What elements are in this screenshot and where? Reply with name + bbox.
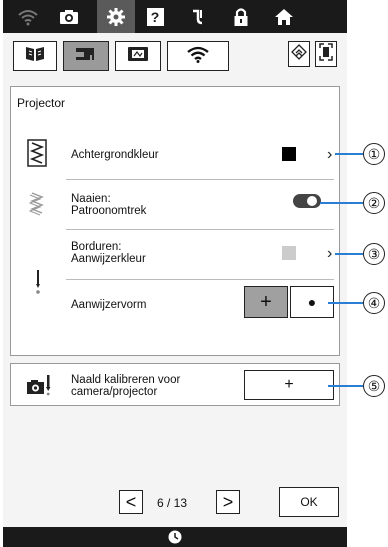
tab-general[interactable] xyxy=(13,41,57,71)
pattern-outline-toggle[interactable] xyxy=(293,194,321,208)
chevron-right-icon[interactable]: › xyxy=(327,146,332,164)
camera-needle-icon xyxy=(26,374,52,401)
dot-icon: ● xyxy=(307,294,317,310)
ok-button[interactable]: OK xyxy=(279,487,339,517)
callout-5: ⑤ xyxy=(363,375,385,397)
next-page-button[interactable]: > xyxy=(216,490,240,514)
ok-label: OK xyxy=(300,495,318,509)
plus-icon: + xyxy=(260,290,272,313)
pointer-shape-label: Aanwijzervorm xyxy=(71,299,147,311)
sewing-label-line1: Naaien: xyxy=(71,193,111,205)
callout-3: ③ xyxy=(363,243,385,265)
callout-line-4 xyxy=(328,302,363,304)
book-icon xyxy=(25,46,45,67)
diamond-arrow-icon xyxy=(291,43,307,65)
camera-icon[interactable] xyxy=(56,4,82,30)
frame-corners-icon xyxy=(319,42,333,66)
divider xyxy=(66,279,334,280)
chevron-right-icon: > xyxy=(222,491,234,512)
sewing-label-line2: Patroonomtrek xyxy=(71,205,147,217)
needle-pointer-icon xyxy=(33,269,43,300)
calibration-panel: Naald kalibreren voor camera/projector + xyxy=(10,363,340,406)
sewing-machine-icon xyxy=(74,45,98,68)
reset-settings-button[interactable] xyxy=(288,41,310,67)
top-toolbar: ? xyxy=(3,0,347,33)
home-icon[interactable] xyxy=(271,4,297,30)
tab-network[interactable] xyxy=(167,41,229,71)
gear-icon[interactable] xyxy=(97,0,135,33)
settings-tab-row xyxy=(3,33,347,79)
calibrate-label-line2: camera/projector xyxy=(71,386,158,398)
embroidery-label-line2: Aanwijzerkleur xyxy=(71,253,146,265)
settings-screen: ? Projector Achtergrondkleur › Naaien: P… xyxy=(3,0,347,547)
previous-page-button[interactable]: < xyxy=(119,490,143,514)
pointer-color-swatch[interactable] xyxy=(282,246,296,260)
callout-4: ④ xyxy=(363,292,385,314)
tab-sewing[interactable] xyxy=(63,41,109,71)
lock-icon[interactable] xyxy=(228,4,254,30)
divider xyxy=(66,229,334,230)
calibrate-label-line1: Naald kalibreren voor xyxy=(71,374,181,386)
projector-settings-panel: Projector Achtergrondkleur › Naaien: Pat… xyxy=(10,86,340,356)
chevron-left-icon: < xyxy=(125,491,137,512)
help-icon[interactable]: ? xyxy=(142,4,168,30)
callout-line-5 xyxy=(328,385,363,387)
page-indicator: 6 / 13 xyxy=(157,496,188,510)
chevron-right-icon[interactable]: › xyxy=(327,245,332,263)
wifi-icon[interactable] xyxy=(15,4,41,30)
screenshot-button[interactable] xyxy=(315,41,337,67)
background-color-label: Achtergrondkleur xyxy=(71,149,159,161)
pointer-shape-cross-button[interactable]: + xyxy=(244,286,288,318)
callout-line-2 xyxy=(320,202,363,204)
needle-thread-icon[interactable] xyxy=(186,4,212,30)
clock-icon[interactable] xyxy=(168,530,182,547)
wifi-icon xyxy=(186,45,210,68)
callout-line-3 xyxy=(335,253,363,255)
background-color-swatch[interactable] xyxy=(282,147,296,161)
embroidery-label-line1: Borduren: xyxy=(71,241,122,253)
panel-title: Projector xyxy=(17,96,66,110)
calibrate-needle-button[interactable]: + xyxy=(244,370,334,400)
tab-embroidery[interactable] xyxy=(115,41,161,71)
background-pattern-icon xyxy=(27,139,47,172)
divider xyxy=(66,179,334,180)
plus-icon: + xyxy=(284,376,294,393)
sewing-outline-icon xyxy=(27,191,47,222)
embroidery-frame-icon xyxy=(127,46,149,67)
callout-line-1 xyxy=(335,153,363,155)
bottom-status-bar xyxy=(3,527,347,547)
callout-1: ① xyxy=(363,143,385,165)
callout-2: ② xyxy=(363,192,385,214)
